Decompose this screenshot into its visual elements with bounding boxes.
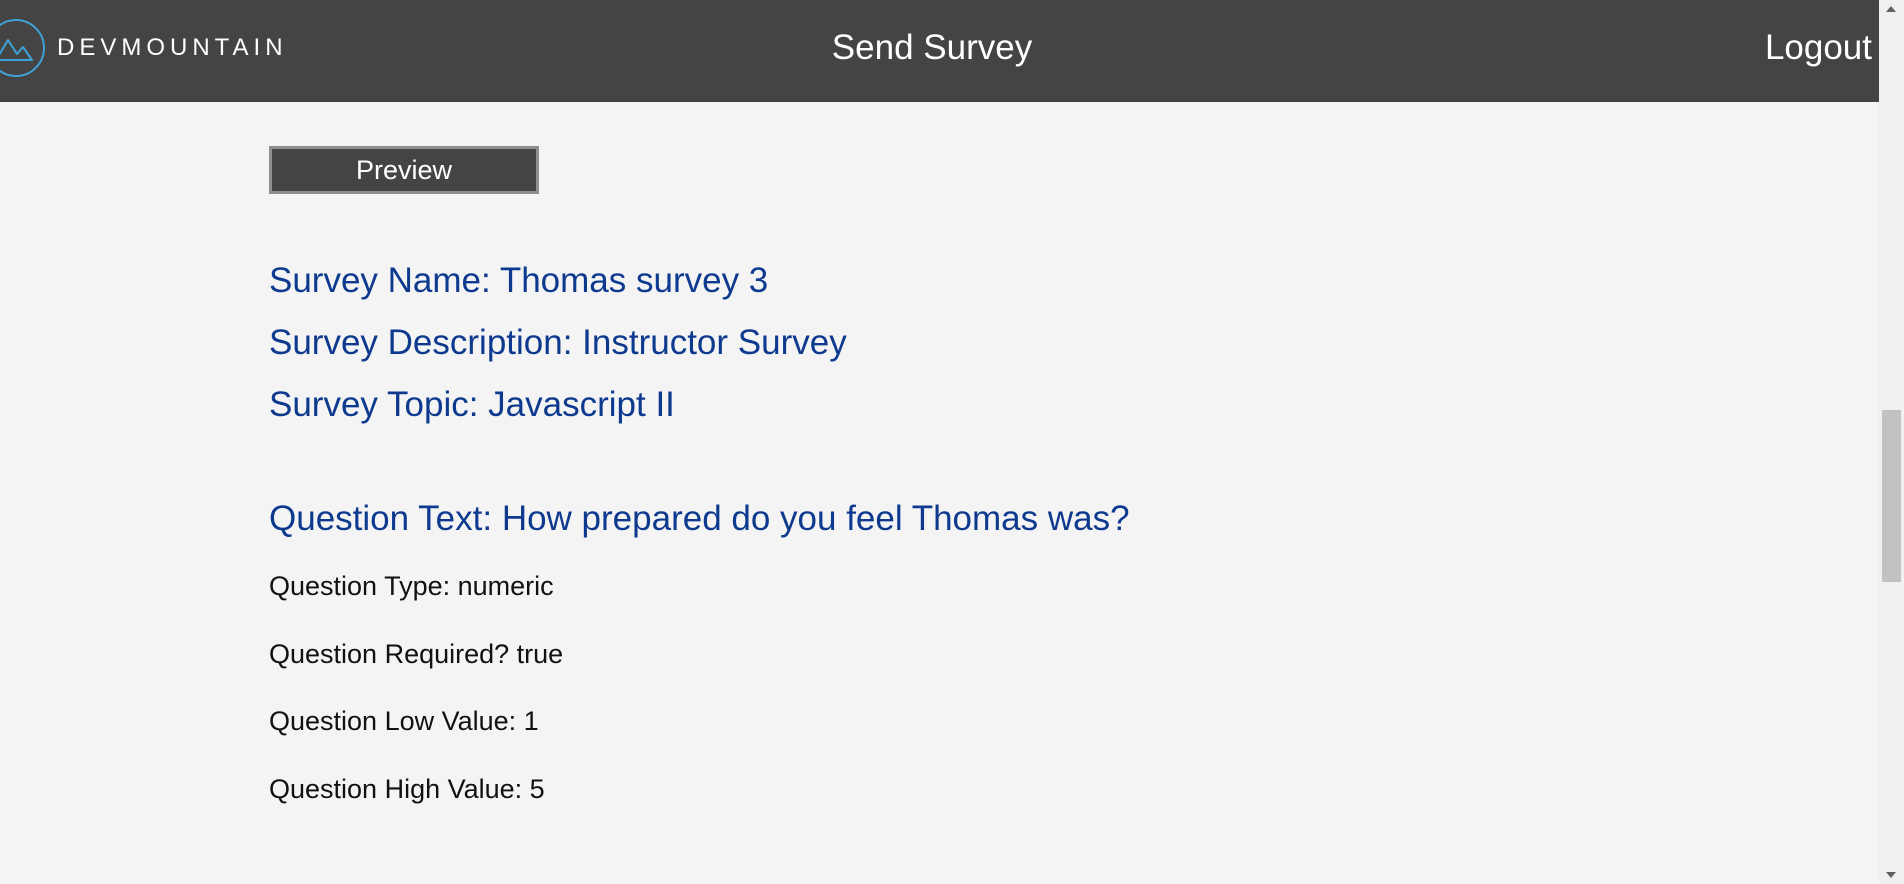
vertical-scrollbar[interactable] xyxy=(1879,0,1904,884)
top-navigation-bar: DEVMOUNTAIN Send Survey Logout xyxy=(0,0,1879,102)
question-text: Question Text: How prepared do you feel … xyxy=(269,499,1130,538)
question-type: Question Type: numeric xyxy=(269,571,554,601)
question-required: Question Required? true xyxy=(269,639,564,669)
survey-description: Survey Description: Instructor Survey xyxy=(269,323,847,362)
survey-preview-content: Preview Survey Name: Thomas survey 3 Sur… xyxy=(269,146,1829,804)
logout-link[interactable]: Logout xyxy=(1765,28,1872,68)
question-high-value: Question High Value: 5 xyxy=(269,774,545,804)
scrollbar-thumb[interactable] xyxy=(1882,410,1901,582)
scroll-up-arrow-icon[interactable] xyxy=(1886,6,1896,12)
question-low-value: Question Low Value: 1 xyxy=(269,706,539,736)
survey-name: Survey Name: Thomas survey 3 xyxy=(269,261,769,300)
survey-topic: Survey Topic: Javascript II xyxy=(269,385,675,424)
page-title: Send Survey xyxy=(831,28,1033,67)
preview-button[interactable]: Preview xyxy=(269,146,539,194)
scroll-down-arrow-icon[interactable] xyxy=(1886,872,1896,878)
